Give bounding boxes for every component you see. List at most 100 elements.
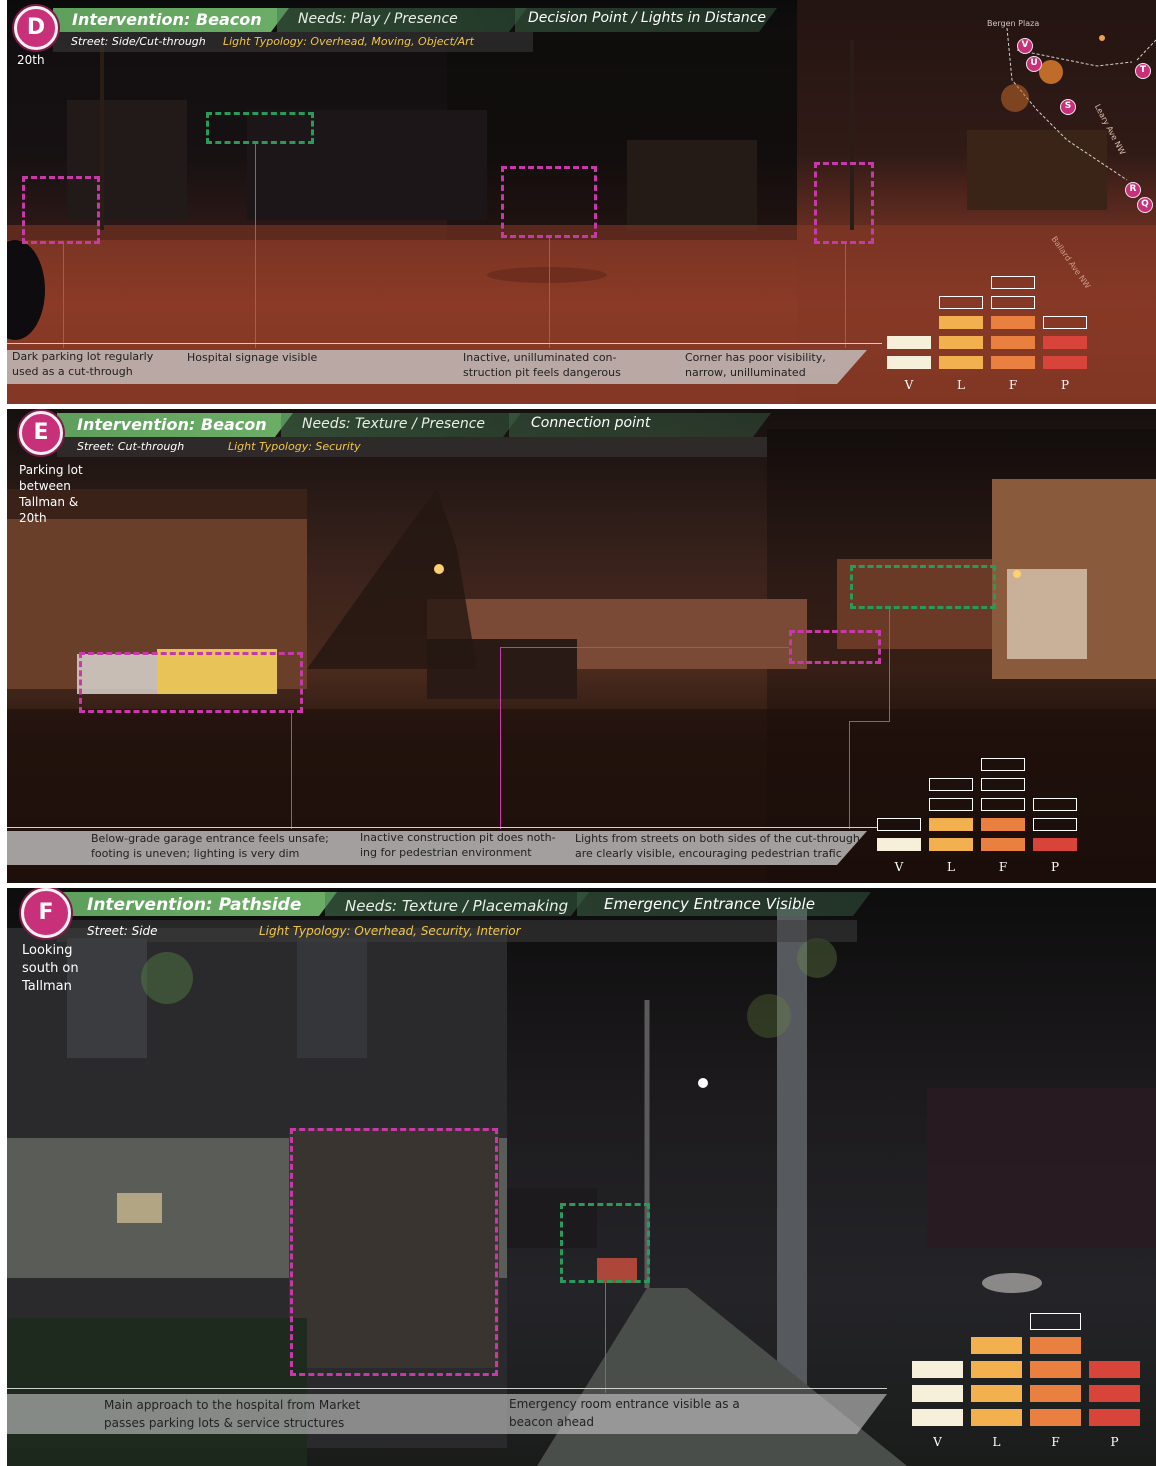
- panel-f-title: Intervention: Pathside: [87, 895, 302, 915]
- rating-cell-l: [929, 838, 973, 851]
- rating-axis-label: F: [1051, 1435, 1060, 1449]
- panel-f: F Intervention: Pathside Needs: Texture …: [7, 888, 1156, 1466]
- rating-axis-label: V: [894, 860, 904, 874]
- rating-cell-v: [887, 336, 931, 349]
- rating-axis-label: V: [933, 1435, 942, 1449]
- panel-d-location: 20th: [17, 53, 45, 67]
- marker-construction-pit: [501, 166, 597, 238]
- leader-line: [500, 647, 501, 829]
- leader-line: [63, 244, 64, 348]
- caption: Inactive, unilluminated con- struction p…: [463, 351, 621, 379]
- panel-f-badge: F: [21, 888, 71, 938]
- rating-cell-l: [939, 356, 983, 369]
- rating-cell-f: [991, 296, 1035, 309]
- caption-rule: [7, 827, 877, 828]
- marker-street-lights: [850, 565, 996, 609]
- panel-e-decision: Connection point: [531, 415, 651, 431]
- leader-line: [889, 609, 890, 721]
- map-marker-s: S: [1060, 99, 1076, 115]
- rating-cell-f: [981, 818, 1025, 831]
- leader-line: [500, 647, 789, 648]
- rating-chart: VLFP: [877, 758, 1077, 880]
- rating-cell-f: [1030, 1385, 1081, 1402]
- rating-cell-f: [981, 778, 1025, 791]
- rating-cell-f: [991, 276, 1035, 289]
- map-marker-q: Q: [1137, 197, 1153, 213]
- rating-cell-f: [991, 336, 1035, 349]
- rating-cell-v: [912, 1385, 963, 1402]
- rating-cell-v: [912, 1409, 963, 1426]
- marker-parking-lot: [22, 176, 100, 244]
- leader-line: [849, 721, 890, 722]
- rating-cell-f: [1030, 1409, 1081, 1426]
- panel-e-street: Street: Cut-through: [77, 440, 185, 453]
- leader-line: [845, 244, 846, 348]
- rating-axis-label: P: [1060, 378, 1070, 392]
- rating-cell-f: [1030, 1361, 1081, 1378]
- panel-f-decision: Emergency Entrance Visible: [604, 895, 815, 913]
- rating-cell-p: [1089, 1409, 1140, 1426]
- rating-axis-label: F: [998, 860, 1008, 874]
- rating-cell-l: [971, 1409, 1022, 1426]
- leader-line: [255, 144, 256, 348]
- rating-cell-l: [971, 1337, 1022, 1354]
- rating-cell-v: [877, 838, 921, 851]
- marker-service-structure: [290, 1128, 498, 1376]
- rating-cell-p: [1043, 316, 1087, 329]
- caption: Hospital signage visible: [187, 351, 318, 364]
- caption: Dark parking lot regularly used as a cut…: [12, 350, 154, 378]
- rating-axis-label: P: [1050, 860, 1060, 874]
- rating-cell-l: [939, 316, 983, 329]
- caption: Corner has poor visibility, narrow, unil…: [685, 351, 826, 379]
- marker-garage-entrance: [79, 652, 303, 713]
- rating-cell-p: [1043, 356, 1087, 369]
- marker-emergency-entrance: [560, 1203, 650, 1283]
- rating-cell-v: [912, 1361, 963, 1378]
- panel-d-street: Street: Side/Cut-through: [71, 35, 206, 48]
- rating-axis-label: F: [1008, 378, 1018, 392]
- rating-cell-v: [887, 356, 931, 369]
- rating-cell-p: [1033, 798, 1077, 811]
- rating-cell-l: [971, 1385, 1022, 1402]
- rating-cell-f: [991, 316, 1035, 329]
- caption: Emergency room entrance visible as a bea…: [509, 1397, 740, 1429]
- rating-cell-l: [939, 296, 983, 309]
- panel-d-title: Intervention: Beacon: [72, 10, 262, 29]
- rating-axis-label: V: [904, 378, 914, 392]
- rating-axis-label: P: [1110, 1435, 1119, 1449]
- rating-cell-l: [929, 798, 973, 811]
- rating-cell-f: [981, 758, 1025, 771]
- rating-cell-p: [1089, 1361, 1140, 1378]
- leader-line: [291, 713, 292, 829]
- leader-line: [849, 721, 850, 829]
- panel-e-title: Intervention: Beacon: [77, 415, 267, 434]
- panel-d: Bergen Plaza Leary Ave NW Ballard Ave NW…: [7, 0, 1156, 404]
- map-marker-u: U: [1026, 56, 1042, 72]
- leader-line: [605, 1283, 606, 1393]
- rating-cell-p: [1089, 1385, 1140, 1402]
- map-marker-t: T: [1135, 63, 1151, 79]
- rating-axis-label: L: [957, 378, 965, 392]
- panel-d-needs: Needs: Play / Presence: [298, 11, 458, 27]
- rating-chart: VLFP: [887, 276, 1087, 398]
- map-marker-v: V: [1017, 38, 1033, 54]
- caption-rule: [7, 343, 882, 344]
- caption: Lights from streets on both sides of the…: [575, 832, 860, 860]
- panel-f-typology: Light Typology: Overhead, Security, Inte…: [259, 924, 521, 938]
- rating-cell-f: [991, 356, 1035, 369]
- rating-cell-f: [981, 838, 1025, 851]
- rating-cell-f: [1030, 1337, 1081, 1354]
- caption: Below-grade garage entrance feels unsafe…: [91, 832, 329, 860]
- rating-axis-label: L: [992, 1435, 1001, 1449]
- rating-cell-f: [1030, 1313, 1081, 1330]
- panel-f-needs: Needs: Texture / Placemaking: [345, 897, 569, 915]
- panel-d-badge: D: [14, 6, 58, 50]
- rating-cell-p: [1033, 818, 1077, 831]
- map-title: Bergen Plaza: [987, 19, 1040, 28]
- marker-construction-pit: [789, 630, 881, 664]
- rating-cell-l: [939, 336, 983, 349]
- leader-line: [549, 238, 550, 348]
- caption-rule: [7, 1388, 887, 1389]
- panel-e-location: Parking lot between Tallman & 20th: [19, 463, 83, 525]
- rating-cell-l: [971, 1361, 1022, 1378]
